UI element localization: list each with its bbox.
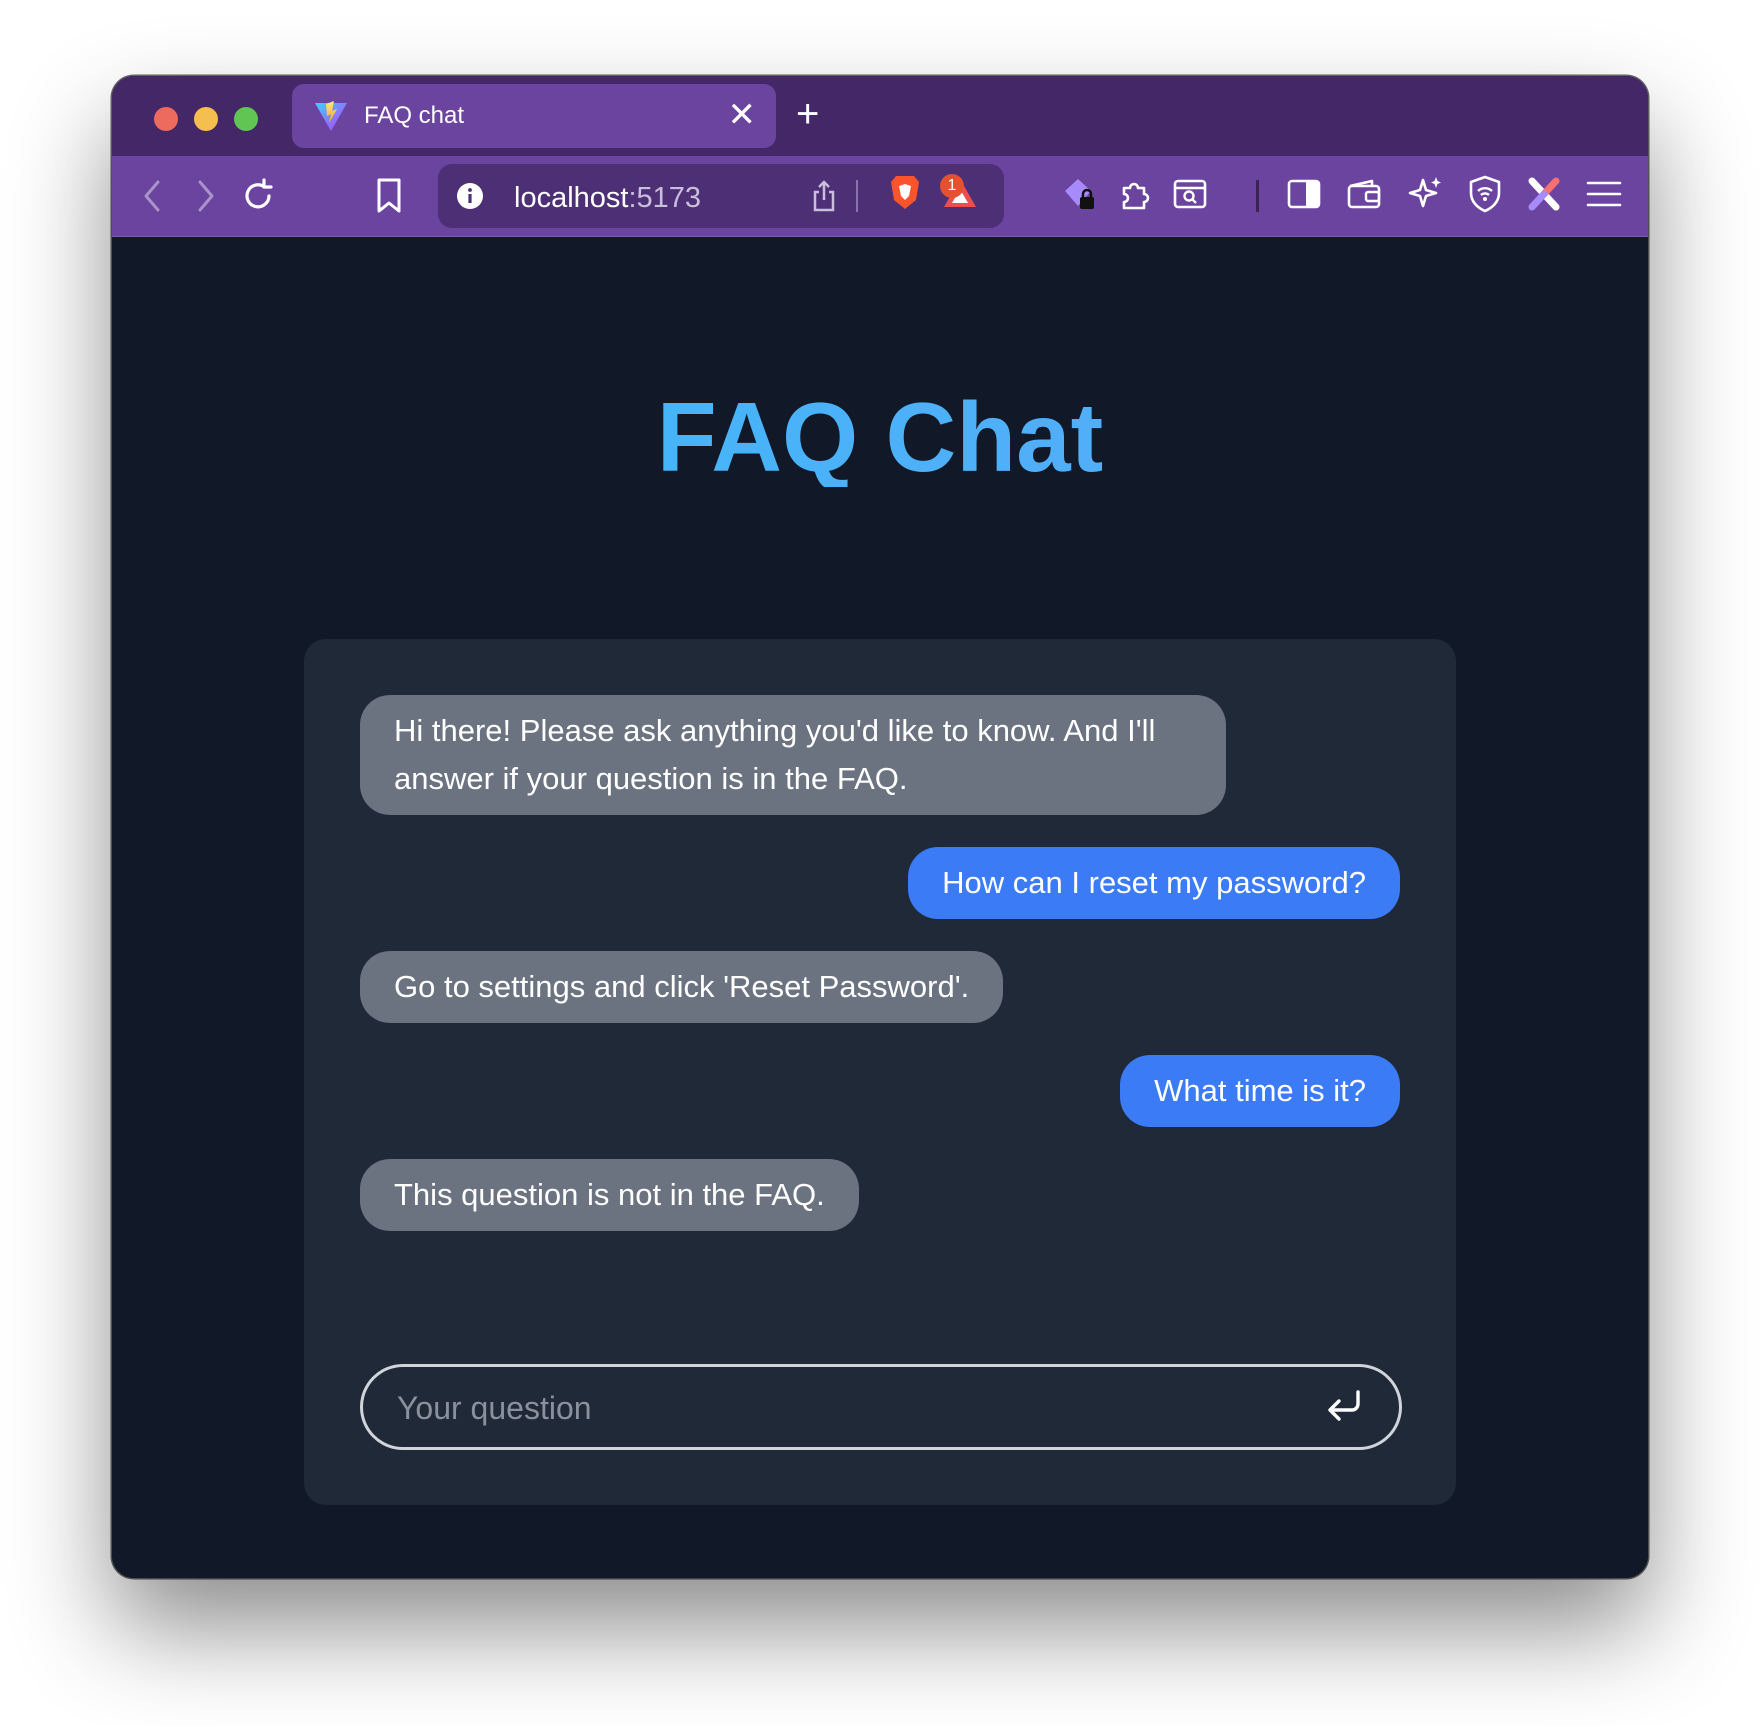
question-input-box bbox=[360, 1364, 1402, 1450]
wallet-icon[interactable] bbox=[1346, 178, 1382, 210]
leo-ai-icon[interactable] bbox=[1406, 174, 1444, 212]
tab-bar: FAQ chat ✕ + bbox=[112, 76, 1648, 156]
close-window-button[interactable] bbox=[154, 107, 178, 131]
vpn-icon[interactable] bbox=[1468, 174, 1502, 214]
chat-panel: Hi there! Please ask anything you'd like… bbox=[304, 639, 1456, 1505]
tab-title: FAQ chat bbox=[364, 102, 465, 129]
enter-icon[interactable] bbox=[1325, 1389, 1365, 1427]
question-input[interactable] bbox=[395, 1381, 1299, 1435]
back-icon[interactable] bbox=[140, 178, 164, 214]
zoom-window-button[interactable] bbox=[234, 107, 258, 131]
bot-message: Hi there! Please ask anything you'd like… bbox=[360, 695, 1226, 815]
page-content: FAQ Chat Hi there! Please ask anything y… bbox=[112, 237, 1648, 1578]
toolbar-divider bbox=[1256, 180, 1259, 212]
extensions-icon[interactable] bbox=[1118, 176, 1154, 212]
url-text[interactable]: localhost:5173 bbox=[514, 182, 701, 215]
minimize-window-button[interactable] bbox=[194, 107, 218, 131]
notification-badge: 1 bbox=[940, 174, 964, 198]
bookmark-icon[interactable] bbox=[374, 176, 404, 216]
user-message: What time is it? bbox=[1120, 1055, 1400, 1127]
share-icon[interactable] bbox=[810, 178, 838, 214]
bot-message: This question is not in the FAQ. bbox=[360, 1159, 859, 1231]
sidebar-icon[interactable] bbox=[1286, 178, 1322, 210]
user-message: How can I reset my password? bbox=[908, 847, 1400, 919]
url-host: localhost bbox=[514, 182, 629, 214]
site-info-icon[interactable] bbox=[456, 182, 484, 210]
browser-window: FAQ chat ✕ + localhost:5173 1 FAQ Chat H… bbox=[112, 76, 1648, 1578]
password-lock-icon[interactable] bbox=[1062, 176, 1098, 214]
bot-message: Go to settings and click 'Reset Password… bbox=[360, 951, 1004, 1023]
new-tab-button[interactable]: + bbox=[796, 88, 819, 140]
url-port: :5173 bbox=[628, 182, 702, 214]
extension-x-icon[interactable] bbox=[1526, 176, 1562, 212]
forward-icon[interactable] bbox=[194, 178, 218, 214]
browser-toolbar: localhost:5173 1 bbox=[112, 156, 1648, 237]
menu-icon[interactable] bbox=[1586, 178, 1622, 210]
vite-favicon-icon bbox=[315, 101, 347, 131]
page-title: FAQ Chat bbox=[112, 387, 1648, 487]
reload-icon[interactable] bbox=[238, 176, 278, 216]
page-search-icon[interactable] bbox=[1172, 178, 1208, 210]
brave-shields-icon[interactable] bbox=[888, 172, 922, 212]
tab-faq-chat[interactable]: FAQ chat ✕ bbox=[292, 84, 776, 148]
tab-close-icon[interactable]: ✕ bbox=[728, 96, 757, 134]
address-bar-divider bbox=[856, 180, 858, 212]
